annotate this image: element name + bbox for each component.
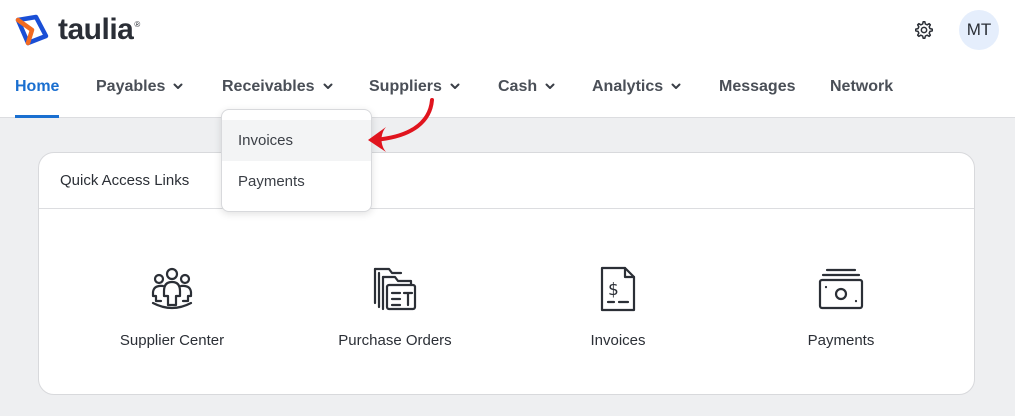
- nav-cash[interactable]: Cash: [498, 68, 555, 118]
- nav-messages-label: Messages: [719, 78, 796, 95]
- chevron-down-icon: [545, 83, 555, 89]
- chevron-down-icon: [173, 83, 183, 89]
- trademark-mark: ®: [134, 19, 141, 29]
- nav-home-label: Home: [15, 78, 60, 95]
- top-bar: taulia ® MT Home Payables Receivables Su…: [0, 0, 1015, 118]
- nav-network-label: Network: [830, 78, 894, 95]
- menu-item-payments[interactable]: Payments: [222, 161, 371, 202]
- nav-payables[interactable]: Payables: [96, 68, 183, 118]
- nav-analytics-label: Analytics: [592, 78, 664, 95]
- nav-payables-label: Payables: [96, 78, 166, 95]
- svg-text:$: $: [608, 280, 619, 300]
- nav-home[interactable]: Home: [15, 68, 60, 118]
- chevron-down-icon: [671, 83, 681, 89]
- taulia-mark-icon: [15, 14, 49, 46]
- quick-link-payments-label: Payments: [807, 332, 875, 349]
- receivables-dropdown-menu: Invoices Payments: [221, 109, 372, 212]
- nav-suppliers[interactable]: Suppliers: [369, 68, 460, 118]
- nav-receivables-label: Receivables: [222, 78, 315, 95]
- cash-payment-icon: [815, 263, 867, 315]
- user-avatar[interactable]: MT: [959, 10, 999, 50]
- menu-item-invoices[interactable]: Invoices: [222, 120, 371, 161]
- taulia-logo[interactable]: taulia ®: [14, 12, 140, 48]
- quick-access-links: Supplier Center Purchase Orders $ Invoic…: [39, 209, 976, 395]
- quick-access-card: Quick Access Links Supplier Center Purch…: [38, 152, 975, 395]
- quick-link-supplier-center-label: Supplier Center: [119, 332, 225, 349]
- quick-link-supplier-center[interactable]: Supplier Center: [62, 209, 282, 395]
- chevron-down-icon: [323, 83, 333, 89]
- nav-messages[interactable]: Messages: [719, 68, 796, 118]
- invoice-document-icon: $: [592, 263, 644, 315]
- brand-name: taulia: [58, 13, 134, 46]
- quick-link-invoices-label: Invoices: [590, 332, 646, 349]
- quick-link-purchase-orders-label: Purchase Orders: [338, 332, 452, 349]
- quick-link-invoices[interactable]: $ Invoices: [508, 209, 728, 395]
- nav-network[interactable]: Network: [830, 68, 893, 118]
- people-group-icon: [146, 263, 198, 315]
- settings-button[interactable]: [910, 16, 938, 44]
- nav-cash-label: Cash: [498, 78, 538, 95]
- quick-access-title: Quick Access Links: [39, 153, 974, 209]
- gear-icon: [915, 20, 933, 39]
- quick-link-payments[interactable]: Payments: [731, 209, 951, 395]
- nav-analytics[interactable]: Analytics: [592, 68, 681, 118]
- quick-link-purchase-orders[interactable]: Purchase Orders: [285, 209, 505, 395]
- nav-suppliers-label: Suppliers: [369, 78, 442, 95]
- main-nav: Home Payables Receivables Suppliers Cash…: [0, 68, 1015, 118]
- chevron-down-icon: [450, 83, 460, 89]
- purchase-orders-icon: [369, 263, 421, 315]
